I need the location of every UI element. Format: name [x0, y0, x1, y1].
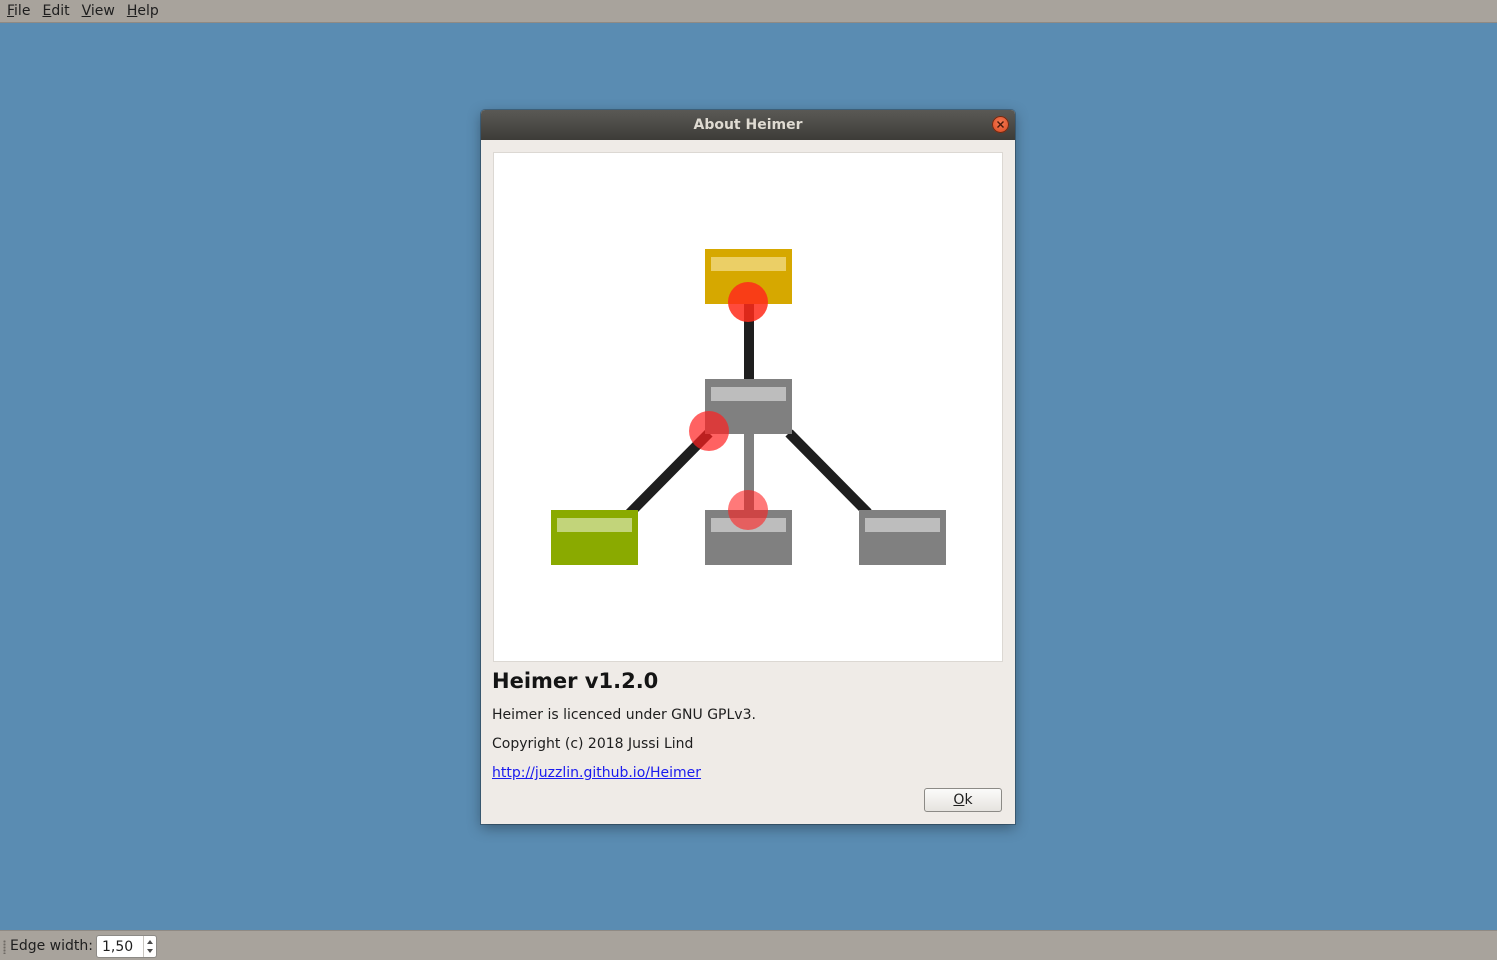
ok-button[interactable]: Ok	[924, 788, 1002, 812]
menu-file[interactable]: File	[0, 0, 36, 22]
spin-arrows-icon	[147, 940, 153, 953]
toolbar-grip-icon[interactable]	[3, 940, 6, 954]
app-version-title: Heimer v1.2.0	[492, 669, 659, 693]
heimer-logo-icon	[551, 249, 946, 565]
close-button[interactable]	[992, 116, 1009, 133]
website-link[interactable]: http://juzzlin.github.io/Heimer	[492, 765, 701, 781]
about-dialog: About Heimer Heimer v1.2.0 Heimer is lic…	[481, 110, 1015, 824]
close-icon	[997, 121, 1004, 128]
menu-help[interactable]: Help	[121, 0, 165, 22]
edge-width-value[interactable]: 1,50	[102, 939, 133, 955]
license-text: Heimer is licenced under GNU GPLv3.	[492, 707, 756, 723]
dialog-titlebar[interactable]: About Heimer	[481, 110, 1015, 140]
menu-edit[interactable]: Edit	[36, 0, 75, 22]
menu-bar: File Edit View Help	[0, 0, 1497, 23]
dialog-title: About Heimer	[693, 117, 803, 133]
status-bar: Edge width: 1,50	[0, 930, 1497, 960]
spin-arrows[interactable]	[143, 936, 156, 957]
app-logo	[493, 152, 1003, 662]
menu-view[interactable]: View	[76, 0, 121, 22]
copyright-text: Copyright (c) 2018 Jussi Lind	[492, 736, 694, 752]
edge-width-label: Edge width:	[10, 938, 93, 954]
edge-width-spinbox[interactable]: 1,50	[96, 935, 157, 958]
